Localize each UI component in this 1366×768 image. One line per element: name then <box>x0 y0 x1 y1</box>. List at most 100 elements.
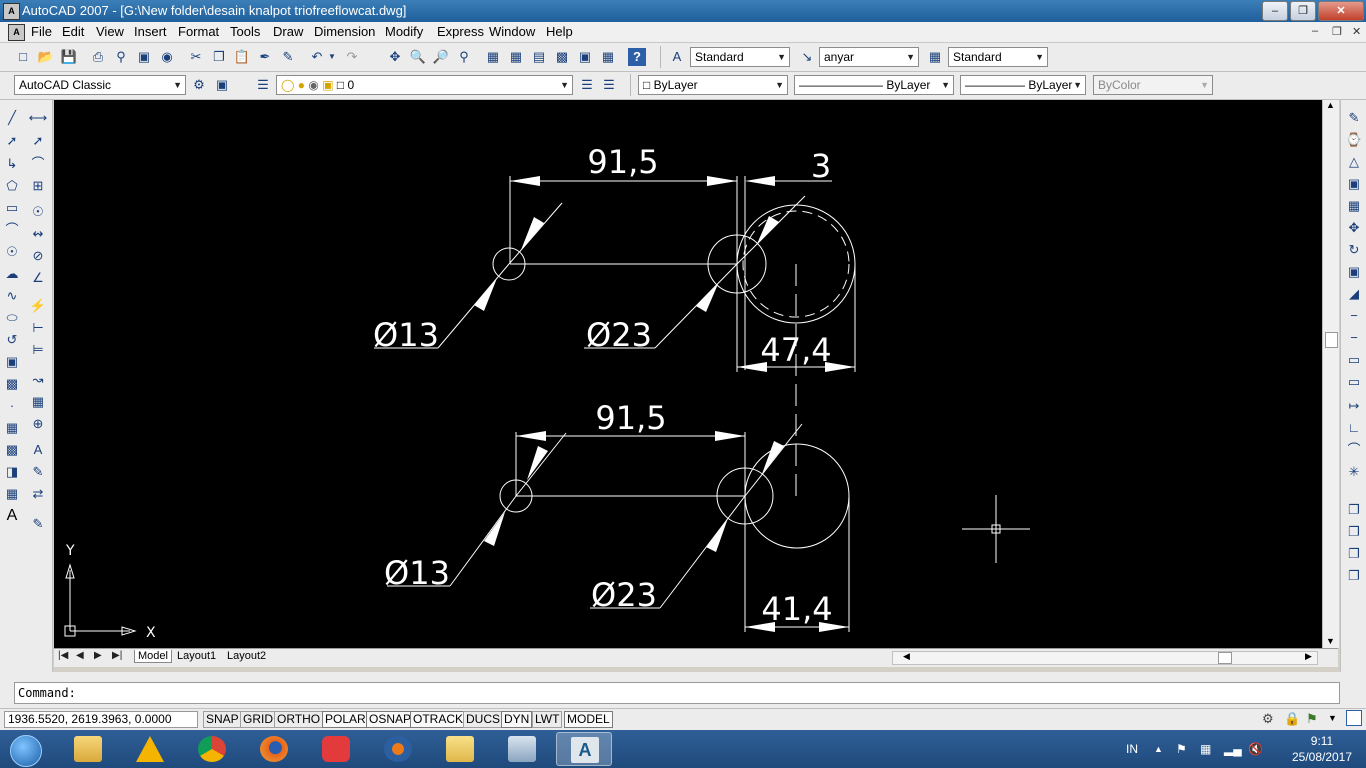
extend-icon[interactable]: − <box>1344 328 1364 348</box>
calculator-icon[interactable]: ▦ <box>599 48 617 66</box>
make-current-layer-icon[interactable]: ☰ <box>578 76 596 94</box>
menu-view[interactable]: View <box>96 24 124 39</box>
leader-line[interactable] <box>508 202 563 265</box>
design-center-icon[interactable]: ▦ <box>507 48 525 66</box>
mirror-icon[interactable]: △ <box>1344 152 1364 172</box>
last-tab-icon[interactable]: ▶| <box>112 650 122 661</box>
stretch-icon[interactable]: ◢ <box>1344 284 1364 304</box>
taskbar-app-folder[interactable] <box>432 732 488 766</box>
status-menu-icon[interactable]: ▼ <box>1328 713 1337 723</box>
draw-order-under-icon[interactable]: ❐ <box>1344 566 1364 586</box>
erase-icon[interactable]: ✎ <box>1344 108 1364 128</box>
new-icon[interactable]: □ <box>14 48 32 66</box>
linetype-dropdown[interactable]: ——————— ByLayer ▼ <box>794 75 954 95</box>
menu-tools[interactable]: Tools <box>230 24 260 39</box>
drawing-canvas[interactable]: 91,5 3 Ø13 Ø23 47,4 91,5 Ø13 Ø23 41,4 Y … <box>54 100 1322 648</box>
status-tray-icon[interactable]: ⚑ <box>1306 711 1318 727</box>
angular-dimension-icon[interactable]: ∠ <box>28 268 48 288</box>
draw-order-above-icon[interactable]: ❐ <box>1344 544 1364 564</box>
taskbar-app-paint[interactable] <box>308 732 364 766</box>
chamfer-icon[interactable]: ∟ <box>1344 418 1364 438</box>
scale-icon[interactable]: ▣ <box>1344 262 1364 282</box>
insert-block-icon[interactable]: ▣ <box>2 352 22 372</box>
horizontal-scrollbar[interactable]: ◀ ▶ <box>892 651 1318 665</box>
pan-icon[interactable]: ✥ <box>386 48 404 66</box>
zoom-previous-icon[interactable]: ⚲ <box>455 48 473 66</box>
linear-dimension-icon[interactable]: ⟷ <box>28 108 48 128</box>
action-center-flag-icon[interactable]: ⚑ <box>1176 742 1187 756</box>
spline-icon[interactable]: ∿ <box>2 286 22 306</box>
layer-dropdown[interactable]: ◯ ● ◉ ▣ □ 0 ▼ <box>276 75 573 95</box>
volume-muted-icon[interactable]: 🔇 <box>1248 742 1263 756</box>
help-icon[interactable]: ? <box>628 48 646 66</box>
polyline-icon[interactable]: ↳ <box>2 154 22 174</box>
revision-cloud-icon[interactable]: ☁ <box>2 264 22 284</box>
text-style-dropdown[interactable]: Standard ▼ <box>690 47 790 67</box>
device-icon[interactable]: ▦ <box>1200 742 1211 756</box>
taskbar-app-firefox[interactable] <box>246 732 302 766</box>
coordinate-display[interactable]: 1936.5520, 2619.3963, 0.0000 <box>4 711 198 728</box>
menu-express[interactable]: Express <box>437 24 484 39</box>
next-tab-icon[interactable]: ▶ <box>94 650 102 661</box>
menu-insert[interactable]: Insert <box>134 24 167 39</box>
redo-icon[interactable]: ↷ <box>343 48 361 66</box>
table-style-icon[interactable]: ▦ <box>926 48 944 66</box>
match-properties-icon[interactable]: ✒ <box>256 48 274 66</box>
menu-window[interactable]: Window <box>489 24 535 39</box>
menu-help[interactable]: Help <box>546 24 573 39</box>
explode-icon[interactable]: ✳ <box>1344 462 1364 482</box>
dim-style-icon[interactable]: ↘ <box>798 48 816 66</box>
move-icon[interactable]: ✥ <box>1344 218 1364 238</box>
doc-restore-button[interactable]: ❐ <box>1332 25 1342 38</box>
scroll-right-icon[interactable]: ▶ <box>1305 651 1312 662</box>
zoom-window-icon[interactable]: 🔎 <box>432 48 450 66</box>
menu-dimension[interactable]: Dimension <box>314 24 375 39</box>
leader-line[interactable] <box>659 495 746 609</box>
menu-edit[interactable]: Edit <box>62 24 84 39</box>
plot-icon[interactable]: ⎙ <box>89 48 107 66</box>
grid-toggle[interactable]: GRID <box>240 711 276 728</box>
region-icon[interactable]: ◨ <box>2 462 22 482</box>
polar-toggle[interactable]: POLAR <box>322 711 369 728</box>
text-style-icon[interactable]: A <box>668 48 686 66</box>
copy-icon[interactable]: ❐ <box>210 48 228 66</box>
web-icon[interactable]: ◉ <box>158 48 176 66</box>
continue-dimension-icon[interactable]: ⊨ <box>28 340 48 360</box>
dim-text-width-top[interactable]: 47,4 <box>760 331 831 369</box>
ellipse-icon[interactable]: ⬭ <box>2 308 22 328</box>
hatch-icon[interactable]: ▦ <box>2 418 22 438</box>
block-editor-icon[interactable]: ✎ <box>279 48 297 66</box>
rotate-icon[interactable]: ↻ <box>1344 240 1364 260</box>
tab-model[interactable]: Model <box>134 650 172 663</box>
zoom-realtime-icon[interactable]: 🔍 <box>409 48 427 66</box>
tab-layout2[interactable]: Layout2 <box>224 650 269 662</box>
table-icon[interactable]: ▦ <box>2 484 22 504</box>
language-indicator[interactable]: IN <box>1126 742 1138 756</box>
menu-file[interactable]: File <box>31 24 52 39</box>
multiline-text-icon[interactable]: A <box>2 506 22 526</box>
break-icon[interactable]: ▭ <box>1344 372 1364 392</box>
taskbar-app-calculator[interactable] <box>494 732 550 766</box>
dim-style-dropdown[interactable]: anyar ▼ <box>819 47 919 67</box>
close-button[interactable]: ✕ <box>1318 1 1364 21</box>
document-icon[interactable]: A <box>8 24 25 41</box>
previous-tab-icon[interactable]: ◀ <box>76 650 84 661</box>
taskbar-app-chrome[interactable] <box>184 732 240 766</box>
leader-line[interactable] <box>437 263 510 349</box>
arc-icon[interactable]: ⌒ <box>2 220 22 240</box>
command-input[interactable]: Command: <box>14 682 1340 704</box>
fillet-icon[interactable]: ⌒ <box>1344 440 1364 460</box>
leader-line[interactable] <box>449 495 517 587</box>
leader-line[interactable] <box>515 432 567 497</box>
construction-line-icon[interactable]: ➚ <box>2 131 22 151</box>
lwt-toggle[interactable]: LWT <box>532 711 563 728</box>
sheet-set-icon[interactable]: ▩ <box>553 48 571 66</box>
first-tab-icon[interactable]: |◀ <box>58 650 68 661</box>
line-icon[interactable]: ╱ <box>2 108 22 128</box>
gradient-icon[interactable]: ▩ <box>2 440 22 460</box>
clean-screen-icon[interactable] <box>1346 710 1362 726</box>
tool-palettes-icon[interactable]: ▤ <box>530 48 548 66</box>
taskbar-app-media[interactable] <box>370 732 426 766</box>
drawing-svg[interactable]: 91,5 3 Ø13 Ø23 47,4 91,5 Ø13 Ø23 41,4 Y … <box>54 100 1322 648</box>
dim-text-length-top[interactable]: 91,5 <box>587 143 658 181</box>
